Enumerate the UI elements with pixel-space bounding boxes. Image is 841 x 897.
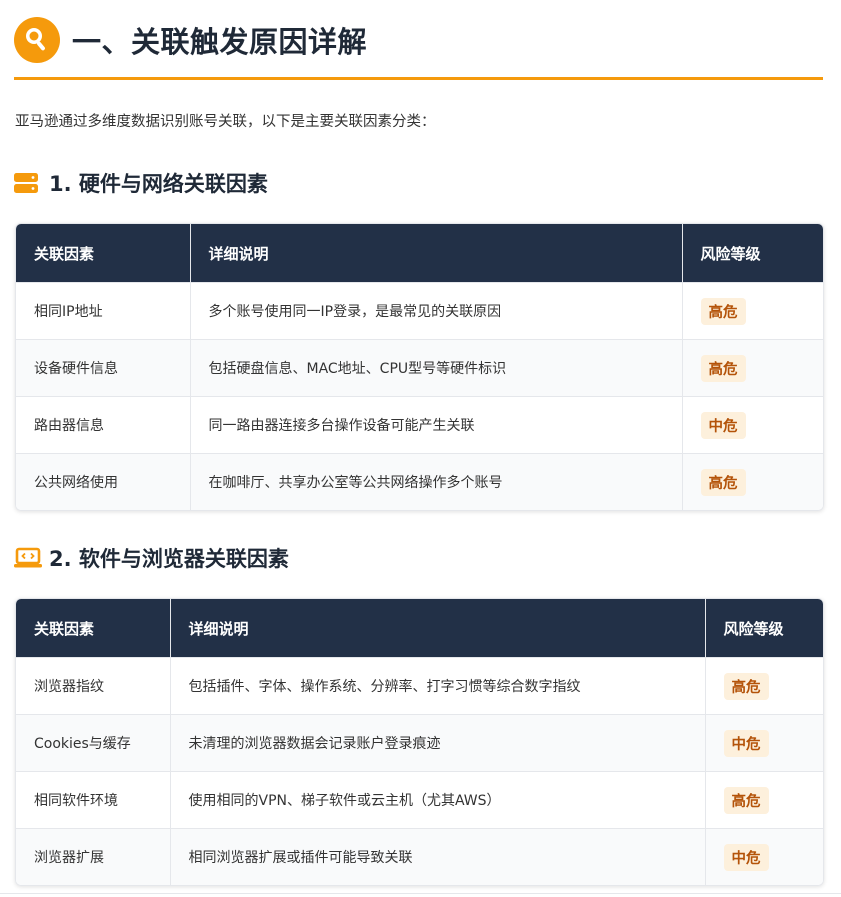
column-header-detail: 详细说明 <box>190 224 683 283</box>
risk-cell: 高危 <box>705 657 823 715</box>
section-heading-software: 2. 软件与浏览器关联因素 <box>14 543 289 573</box>
column-header-factor: 关联因素 <box>16 224 191 283</box>
risk-badge: 高危 <box>723 672 769 700</box>
risk-badge: 中危 <box>723 843 769 871</box>
column-header-risk: 风险等级 <box>705 599 823 658</box>
intro-text: 亚马逊通过多维度数据识别账号关联，以下是主要关联因素分类： <box>15 114 436 130</box>
factor-cell: 浏览器扩展 <box>16 828 171 885</box>
risk-badge: 高危 <box>700 297 746 325</box>
factor-cell: 设备硬件信息 <box>16 339 191 397</box>
table-row: 浏览器扩展 相同浏览器扩展或插件可能导致关联 中危 <box>16 828 823 885</box>
risk-badge: 高危 <box>700 468 746 496</box>
detail-cell: 在咖啡厅、共享办公室等公共网络操作多个账号 <box>190 453 683 510</box>
title-row: 一、关联触发原因详解 <box>14 16 367 64</box>
table-row: 设备硬件信息 包括硬盘信息、MAC地址、CPU型号等硬件标识 高危 <box>16 339 823 397</box>
table-header-row: 关联因素 详细说明 风险等级 <box>16 599 823 658</box>
risk-cell: 高危 <box>682 339 823 397</box>
detail-cell: 相同浏览器扩展或插件可能导致关联 <box>170 828 706 885</box>
detail-cell: 多个账号使用同一IP登录，是最常见的关联原因 <box>190 282 683 340</box>
detail-cell: 同一路由器连接多台操作设备可能产生关联 <box>190 396 683 454</box>
column-header-risk: 风险等级 <box>682 224 823 283</box>
risk-cell: 中危 <box>682 396 823 454</box>
hardware-factors-table: 关联因素 详细说明 风险等级 相同IP地址 多个账号使用同一IP登录，是最常见的… <box>15 223 824 511</box>
table-row: Cookies与缓存 未清理的浏览器数据会记录账户登录痕迹 中危 <box>16 714 823 772</box>
detail-cell: 包括硬盘信息、MAC地址、CPU型号等硬件标识 <box>190 339 683 397</box>
factor-cell: 路由器信息 <box>16 396 191 454</box>
laptop-code-icon <box>14 546 42 570</box>
page-title: 一、关联触发原因详解 <box>72 25 368 59</box>
server-icon <box>14 171 40 195</box>
factor-cell: 浏览器指纹 <box>16 657 171 715</box>
table-row: 相同IP地址 多个账号使用同一IP登录，是最常见的关联原因 高危 <box>16 282 823 340</box>
bottom-divider <box>0 893 841 894</box>
risk-badge: 中危 <box>723 729 769 757</box>
factor-cell: 公共网络使用 <box>16 453 191 510</box>
detail-cell: 使用相同的VPN、梯子软件或云主机（尤其AWS） <box>170 771 706 829</box>
risk-badge: 高危 <box>700 354 746 382</box>
table-row: 路由器信息 同一路由器连接多台操作设备可能产生关联 中危 <box>16 396 823 454</box>
column-header-factor: 关联因素 <box>16 599 171 658</box>
risk-badge: 高危 <box>723 786 769 814</box>
factor-cell: Cookies与缓存 <box>16 714 171 772</box>
table-row: 相同软件环境 使用相同的VPN、梯子软件或云主机（尤其AWS） 高危 <box>16 771 823 829</box>
risk-cell: 中危 <box>705 714 823 772</box>
risk-cell: 高危 <box>682 282 823 340</box>
risk-cell: 高危 <box>705 771 823 829</box>
section-title: 1. 硬件与网络关联因素 <box>49 172 268 196</box>
title-divider <box>14 77 823 80</box>
risk-cell: 中危 <box>705 828 823 885</box>
search-icon <box>14 17 60 63</box>
table-row: 公共网络使用 在咖啡厅、共享办公室等公共网络操作多个账号 高危 <box>16 453 823 510</box>
risk-cell: 高危 <box>682 453 823 510</box>
column-header-detail: 详细说明 <box>170 599 706 658</box>
page: 一、关联触发原因详解 亚马逊通过多维度数据识别账号关联，以下是主要关联因素分类：… <box>0 0 841 897</box>
factor-cell: 相同软件环境 <box>16 771 171 829</box>
detail-cell: 未清理的浏览器数据会记录账户登录痕迹 <box>170 714 706 772</box>
section-title: 2. 软件与浏览器关联因素 <box>49 547 289 571</box>
software-factors-table: 关联因素 详细说明 风险等级 浏览器指纹 包括插件、字体、操作系统、分辨率、打字… <box>15 598 824 886</box>
risk-badge: 中危 <box>700 411 746 439</box>
detail-cell: 包括插件、字体、操作系统、分辨率、打字习惯等综合数字指纹 <box>170 657 706 715</box>
table-header-row: 关联因素 详细说明 风险等级 <box>16 224 823 283</box>
section-heading-hardware: 1. 硬件与网络关联因素 <box>14 168 268 198</box>
factor-cell: 相同IP地址 <box>16 282 191 340</box>
table-row: 浏览器指纹 包括插件、字体、操作系统、分辨率、打字习惯等综合数字指纹 高危 <box>16 657 823 715</box>
